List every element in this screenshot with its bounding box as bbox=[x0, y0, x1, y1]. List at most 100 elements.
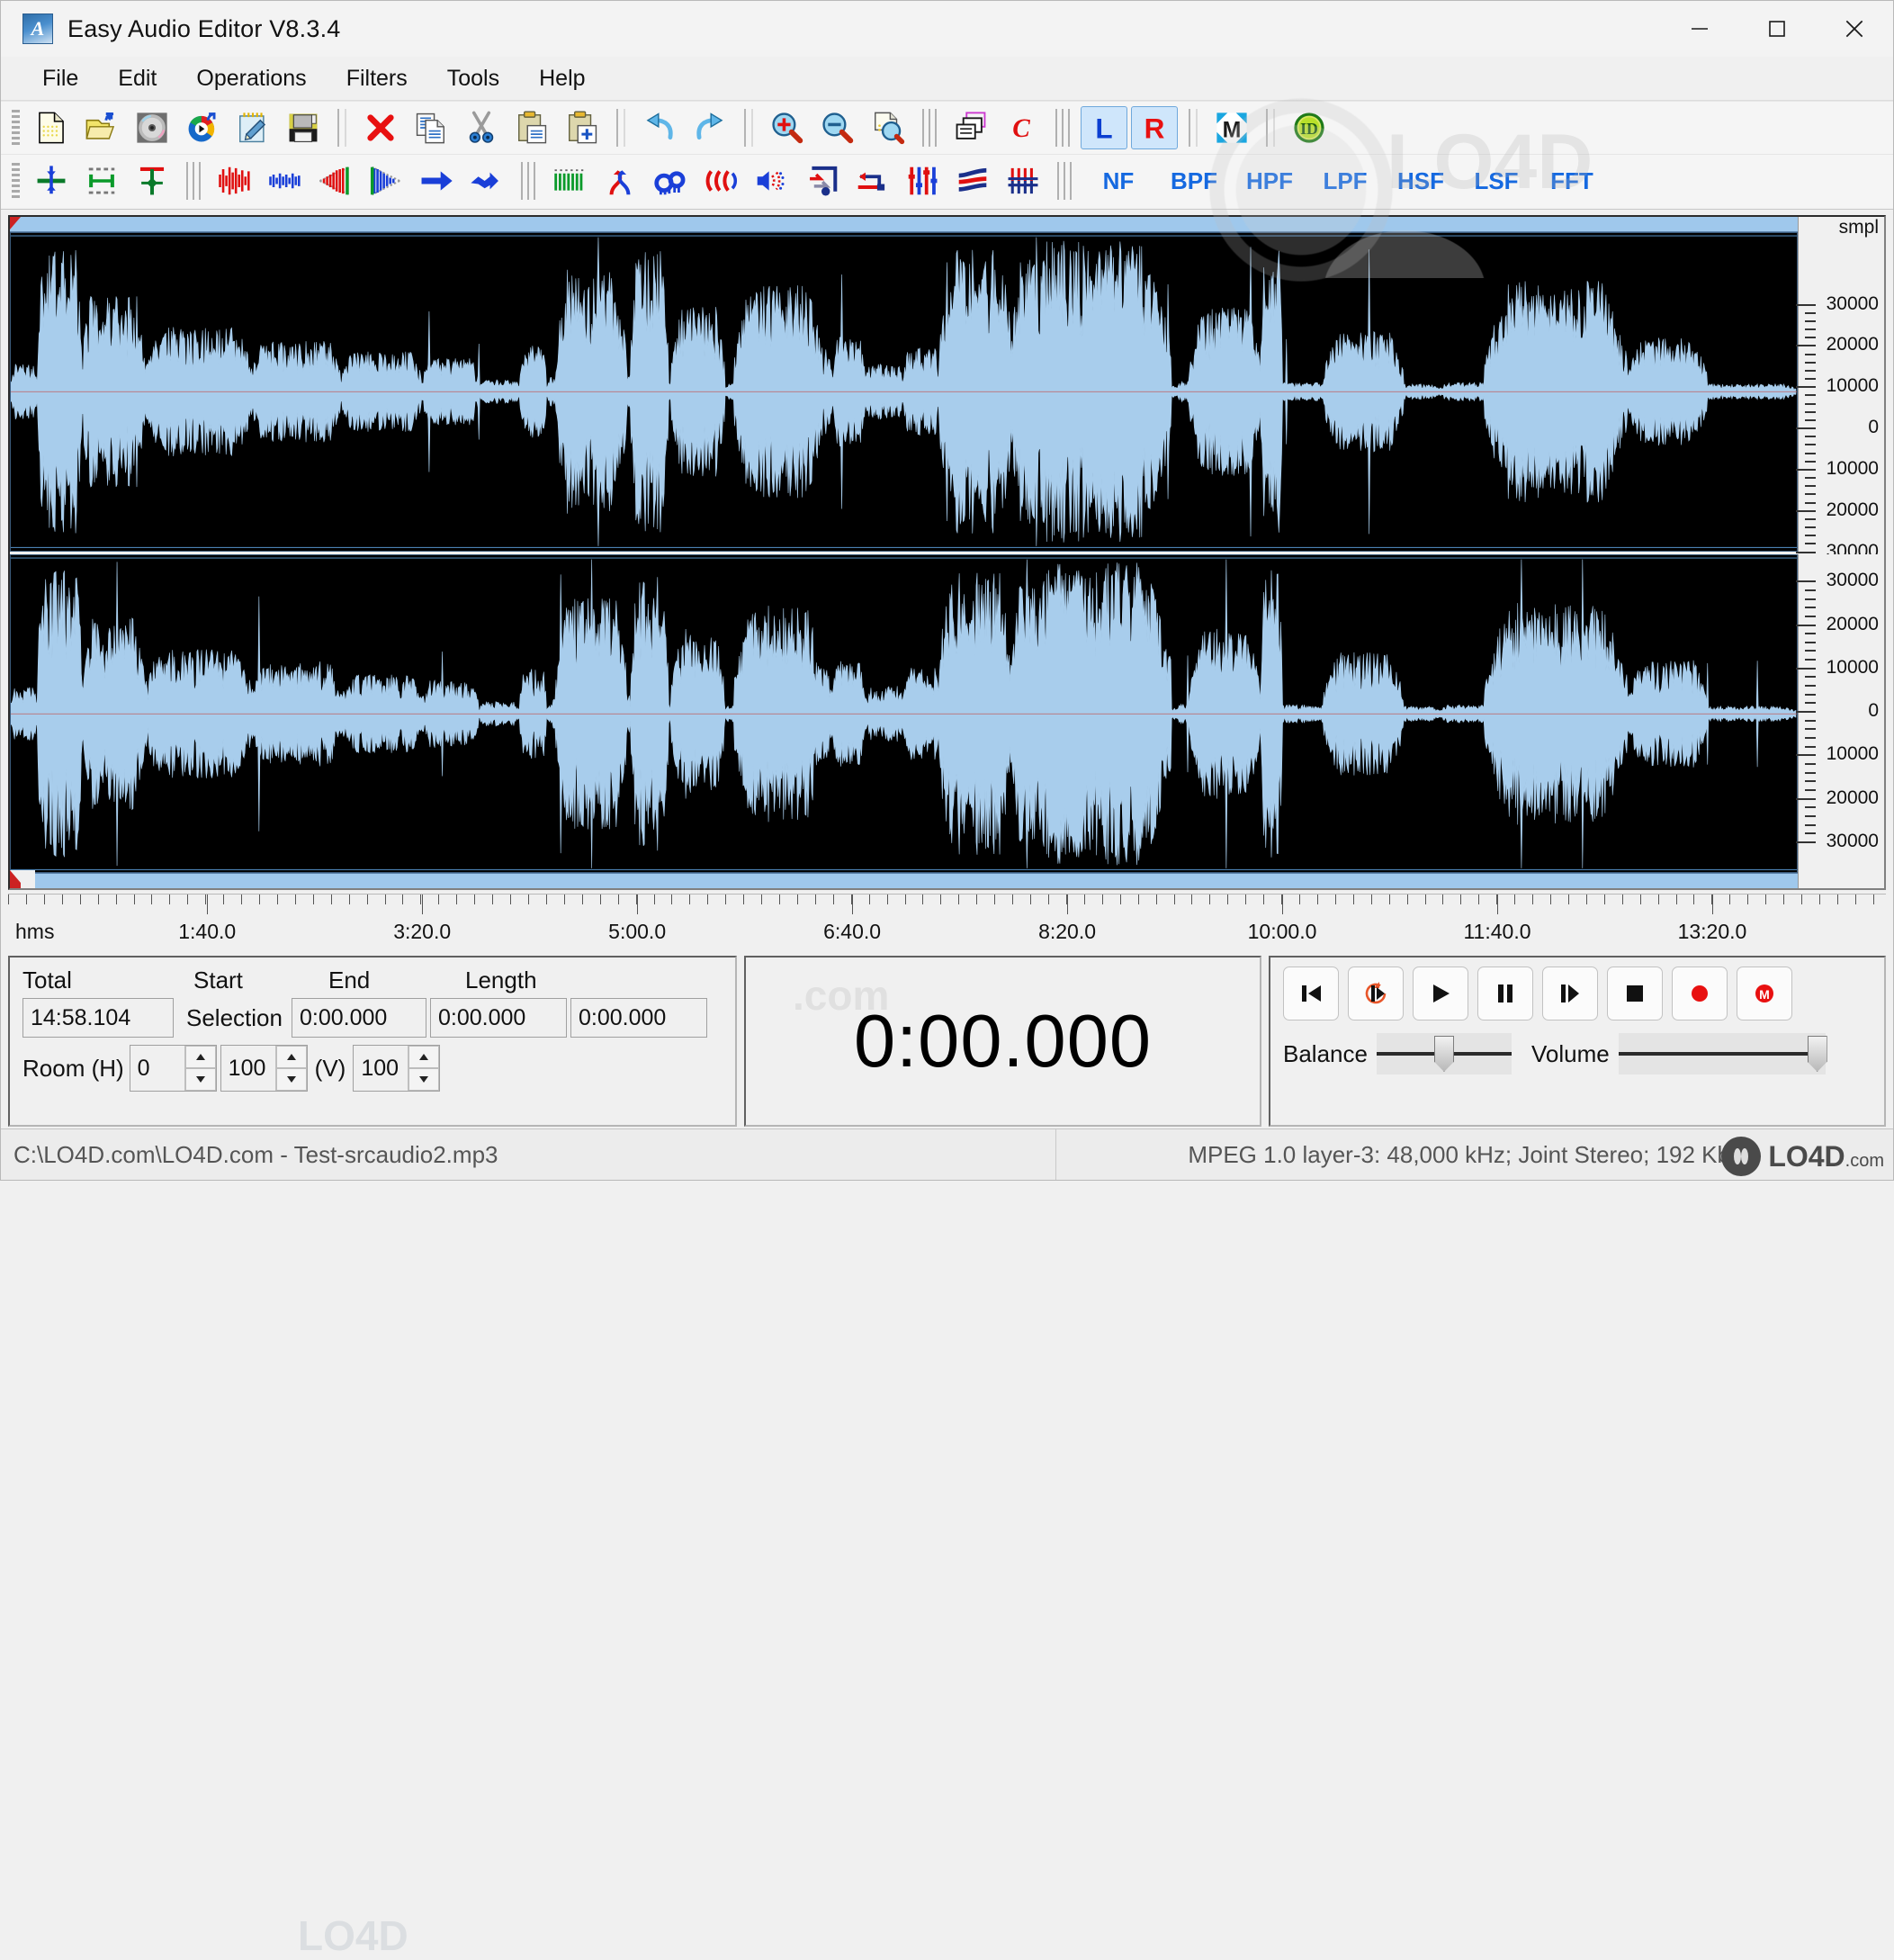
room-h-stepper[interactable]: 0 bbox=[129, 1045, 217, 1092]
fade-in-icon[interactable] bbox=[312, 159, 359, 202]
vibrato-icon[interactable] bbox=[1000, 159, 1046, 202]
filter-fft-button[interactable]: FFT bbox=[1542, 160, 1602, 202]
filter-lsf-button[interactable]: LSF bbox=[1467, 160, 1526, 202]
close-button[interactable] bbox=[1816, 1, 1893, 57]
normalize-green-icon[interactable] bbox=[546, 159, 593, 202]
record-button[interactable] bbox=[1672, 967, 1728, 1020]
time-ruler-minor-tick bbox=[294, 895, 296, 904]
paste-new-icon[interactable] bbox=[559, 106, 606, 149]
media-player-icon[interactable] bbox=[179, 106, 226, 149]
left-channel-waveform[interactable] bbox=[10, 232, 1798, 552]
compress-icon[interactable]: C bbox=[998, 106, 1045, 149]
channel-mono-icon[interactable]: M bbox=[1208, 106, 1255, 149]
menu-filters[interactable]: Filters bbox=[327, 62, 427, 95]
vruler-minor-tick bbox=[1805, 394, 1816, 397]
trim-icon[interactable] bbox=[78, 159, 125, 202]
amplify-up-icon[interactable] bbox=[211, 159, 258, 202]
filter-lpf-button[interactable]: LPF bbox=[1315, 160, 1375, 202]
insert-silence-icon[interactable] bbox=[28, 159, 75, 202]
delete-icon[interactable] bbox=[357, 106, 404, 149]
time-ruler-minor-tick bbox=[1854, 895, 1856, 904]
pause-button[interactable] bbox=[1477, 967, 1533, 1020]
filter-hsf-button[interactable]: HSF bbox=[1391, 160, 1450, 202]
cursor-center-icon[interactable] bbox=[129, 159, 175, 202]
zoom-out-icon[interactable] bbox=[814, 106, 861, 149]
play-button[interactable] bbox=[1413, 967, 1468, 1020]
volume-thumb[interactable] bbox=[1807, 1036, 1827, 1072]
reverb-icon[interactable] bbox=[748, 159, 794, 202]
selection-length-field[interactable]: 0:00.000 bbox=[570, 998, 707, 1038]
edit-notes-icon[interactable] bbox=[229, 106, 276, 149]
channel-right-icon[interactable]: R bbox=[1131, 106, 1178, 149]
volume-slider[interactable] bbox=[1618, 1033, 1827, 1074]
cd-ripper-icon[interactable] bbox=[129, 106, 175, 149]
amplify-down-icon[interactable] bbox=[262, 159, 309, 202]
menu-operations[interactable]: Operations bbox=[176, 62, 326, 95]
id-tag-icon[interactable]: ID bbox=[1286, 106, 1333, 149]
toolbar-grip[interactable] bbox=[12, 163, 20, 199]
zoom-selection-icon[interactable] bbox=[865, 106, 911, 149]
right-channel-waveform[interactable] bbox=[10, 553, 1798, 873]
room-h2-arrows[interactable] bbox=[274, 1046, 307, 1091]
room-v-arrows[interactable] bbox=[408, 1046, 440, 1091]
vruler-minor-tick bbox=[1805, 728, 1816, 731]
filter-nf-button[interactable]: NF bbox=[1089, 160, 1148, 202]
balance-thumb[interactable] bbox=[1433, 1036, 1454, 1072]
selection-bar-left[interactable] bbox=[10, 217, 1798, 232]
menu-edit[interactable]: Edit bbox=[98, 62, 176, 95]
vruler-minor-tick bbox=[1805, 589, 1816, 591]
vruler-minor-tick bbox=[1805, 353, 1816, 355]
batch-convert-icon[interactable] bbox=[947, 106, 994, 149]
skip-to-start-button[interactable] bbox=[1283, 967, 1339, 1020]
vruler-label: 30000 bbox=[1826, 830, 1879, 851]
channel-left-icon[interactable]: L bbox=[1081, 106, 1127, 149]
filter-curve-icon[interactable] bbox=[949, 159, 996, 202]
save-icon[interactable] bbox=[280, 106, 327, 149]
selection-start-field[interactable]: 0:00.000 bbox=[291, 998, 426, 1038]
open-file-icon[interactable] bbox=[78, 106, 125, 149]
reverse-icon[interactable] bbox=[848, 159, 895, 202]
arrow-right-icon[interactable] bbox=[413, 159, 460, 202]
time-ruler[interactable]: hms 1:40.0 3:20.0 5:00.0 6:40.0 8:20.0 10:00.… bbox=[8, 894, 1886, 952]
menu-file[interactable]: File bbox=[22, 62, 98, 95]
echo-icon[interactable] bbox=[697, 159, 744, 202]
stretch-icon[interactable] bbox=[798, 159, 845, 202]
room-h2-stepper[interactable]: 100 bbox=[220, 1045, 308, 1092]
stop-button[interactable] bbox=[1607, 967, 1663, 1020]
step-forward-button[interactable] bbox=[1542, 967, 1598, 1020]
minimize-button[interactable] bbox=[1661, 1, 1738, 57]
crossfade-icon[interactable] bbox=[597, 159, 643, 202]
room-h-down-icon[interactable] bbox=[184, 1068, 216, 1091]
room-h2-down-icon[interactable] bbox=[275, 1068, 307, 1091]
cut-icon[interactable] bbox=[458, 106, 505, 149]
balance-slider[interactable] bbox=[1376, 1033, 1512, 1074]
paste-icon[interactable] bbox=[508, 106, 555, 149]
room-h-up-icon[interactable] bbox=[184, 1046, 216, 1068]
undo-icon[interactable] bbox=[636, 106, 683, 149]
filter-hpf-button[interactable]: HPF bbox=[1240, 160, 1299, 202]
record-mono-button[interactable]: M bbox=[1737, 967, 1792, 1020]
room-v-up-icon[interactable] bbox=[408, 1046, 440, 1068]
menu-tools[interactable]: Tools bbox=[427, 62, 519, 95]
room-h2-up-icon[interactable] bbox=[275, 1046, 307, 1068]
loop-wave-icon[interactable] bbox=[647, 159, 694, 202]
filter-bpf-button[interactable]: BPF bbox=[1164, 160, 1224, 202]
room-v-down-icon[interactable] bbox=[408, 1068, 440, 1091]
equalizer-icon[interactable] bbox=[899, 159, 946, 202]
new-file-icon[interactable] bbox=[28, 106, 75, 149]
zoom-in-icon[interactable] bbox=[764, 106, 811, 149]
room-h-arrows[interactable] bbox=[184, 1046, 216, 1091]
redo-icon[interactable] bbox=[687, 106, 733, 149]
maximize-button[interactable] bbox=[1738, 1, 1816, 57]
time-ruler-label: 1:40.0 bbox=[178, 920, 237, 943]
selection-bar-right[interactable] bbox=[10, 870, 1798, 888]
fade-out-icon[interactable] bbox=[363, 159, 409, 202]
toolbar-grip[interactable] bbox=[12, 110, 20, 146]
loop-play-button[interactable] bbox=[1348, 967, 1404, 1020]
copy-icon[interactable] bbox=[408, 106, 454, 149]
menu-help[interactable]: Help bbox=[519, 62, 605, 95]
toolbar-separator bbox=[616, 109, 625, 147]
selection-end-field[interactable]: 0:00.000 bbox=[429, 998, 567, 1038]
arrow-double-right-icon[interactable] bbox=[463, 159, 510, 202]
room-v-stepper[interactable]: 100 bbox=[353, 1045, 441, 1092]
